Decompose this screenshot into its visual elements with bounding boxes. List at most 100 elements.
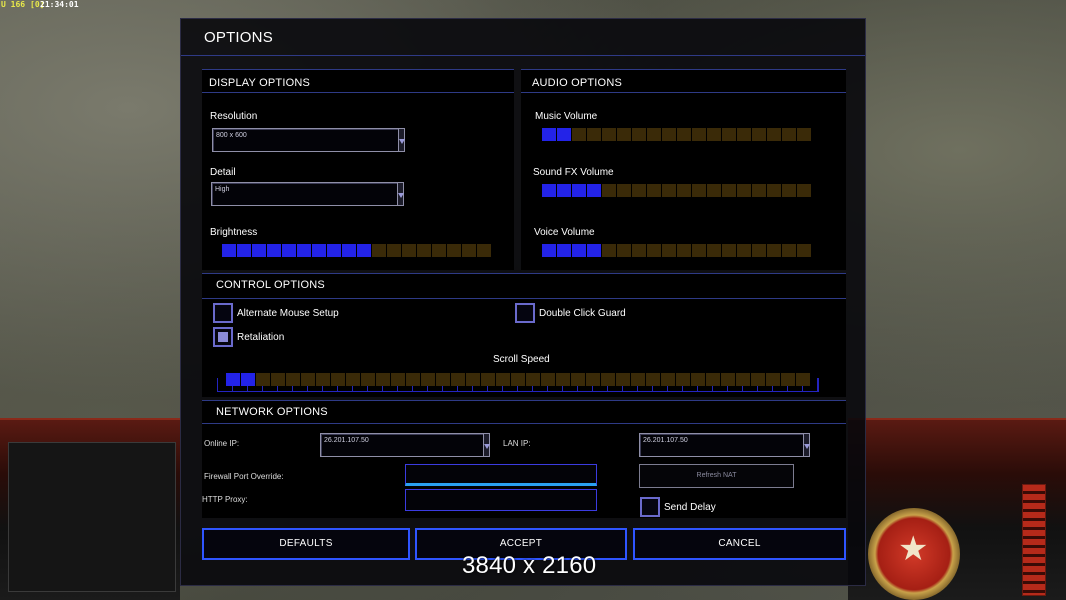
slider-segment[interactable] [271,373,285,386]
slider-segment[interactable] [327,244,341,257]
slider-segment[interactable] [542,244,556,257]
slider-segment[interactable] [781,373,795,386]
slider-segment[interactable] [267,244,281,257]
refresh-nat-button[interactable]: Refresh NAT [639,464,794,488]
slider-segment[interactable] [587,184,601,197]
slider-segment[interactable] [252,244,266,257]
slider-segment[interactable] [752,184,766,197]
slider-segment[interactable] [557,128,571,141]
slider-segment[interactable] [357,244,371,257]
slider-segment[interactable] [477,244,491,257]
slider-segment[interactable] [631,373,645,386]
send-delay-checkbox[interactable] [640,497,660,517]
slider-segment[interactable] [692,184,706,197]
slider-segment[interactable] [572,244,586,257]
slider-segment[interactable] [737,128,751,141]
slider-segment[interactable] [511,373,525,386]
slider-segment[interactable] [632,128,646,141]
slider-segment[interactable] [676,373,690,386]
chevron-down-icon[interactable] [398,129,405,151]
slider-segment[interactable] [222,244,236,257]
slider-segment[interactable] [662,244,676,257]
slider-segment[interactable] [496,373,510,386]
slider-segment[interactable] [376,373,390,386]
slider-segment[interactable] [301,373,315,386]
slider-segment[interactable] [312,244,326,257]
slider-segment[interactable] [707,128,721,141]
slider-segment[interactable] [387,244,401,257]
slider-segment[interactable] [451,373,465,386]
slider-segment[interactable] [372,244,386,257]
slider-segment[interactable] [617,244,631,257]
slider-segment[interactable] [692,244,706,257]
slider-segment[interactable] [751,373,765,386]
firewall-port-input[interactable] [405,464,597,486]
slider-segment[interactable] [256,373,270,386]
slider-segment[interactable] [722,244,736,257]
slider-segment[interactable] [297,244,311,257]
slider-segment[interactable] [692,128,706,141]
slider-segment[interactable] [346,373,360,386]
slider-segment[interactable] [782,184,796,197]
slider-segment[interactable] [572,128,586,141]
cancel-button[interactable]: CANCEL [633,528,846,560]
slider-segment[interactable] [646,373,660,386]
slider-segment[interactable] [421,373,435,386]
slider-segment[interactable] [402,244,416,257]
slider-segment[interactable] [602,128,616,141]
slider-segment[interactable] [737,184,751,197]
slider-segment[interactable] [677,128,691,141]
slider-segment[interactable] [541,373,555,386]
slider-segment[interactable] [557,244,571,257]
slider-segment[interactable] [481,373,495,386]
slider-segment[interactable] [466,373,480,386]
slider-segment[interactable] [237,244,251,257]
slider-segment[interactable] [736,373,750,386]
resolution-dropdown[interactable]: 800 x 600 [212,128,405,152]
slider-segment[interactable] [647,128,661,141]
slider-segment[interactable] [342,244,356,257]
slider-segment[interactable] [462,244,476,257]
brightness-slider[interactable] [222,244,491,257]
slider-segment[interactable] [391,373,405,386]
slider-segment[interactable] [782,244,796,257]
slider-segment[interactable] [767,128,781,141]
slider-segment[interactable] [647,244,661,257]
slider-segment[interactable] [767,244,781,257]
slider-segment[interactable] [662,128,676,141]
slider-segment[interactable] [662,184,676,197]
slider-segment[interactable] [406,373,420,386]
slider-segment[interactable] [316,373,330,386]
retaliation-checkbox[interactable] [213,327,233,347]
online-ip-dropdown[interactable]: 26.201.107.50 [320,433,490,457]
slider-segment[interactable] [587,128,601,141]
slider-segment[interactable] [647,184,661,197]
lan-ip-dropdown[interactable]: 26.201.107.50 [639,433,810,457]
slider-segment[interactable] [617,184,631,197]
slider-segment[interactable] [331,373,345,386]
double-click-guard-checkbox[interactable] [515,303,535,323]
slider-segment[interactable] [286,373,300,386]
slider-segment[interactable] [691,373,705,386]
slider-segment[interactable] [752,128,766,141]
slider-segment[interactable] [677,244,691,257]
slider-segment[interactable] [722,128,736,141]
slider-segment[interactable] [632,184,646,197]
slider-segment[interactable] [737,244,751,257]
slider-segment[interactable] [766,373,780,386]
slider-segment[interactable] [226,373,240,386]
slider-segment[interactable] [601,373,615,386]
slider-segment[interactable] [432,244,446,257]
slider-segment[interactable] [782,128,796,141]
slider-segment[interactable] [796,373,810,386]
sfx-volume-slider[interactable] [542,184,811,197]
slider-segment[interactable] [721,373,735,386]
detail-dropdown[interactable]: High [211,182,404,206]
slider-segment[interactable] [572,184,586,197]
slider-segment[interactable] [797,184,811,197]
slider-segment[interactable] [542,184,556,197]
slider-segment[interactable] [542,128,556,141]
chevron-down-icon[interactable] [483,434,490,456]
slider-segment[interactable] [602,244,616,257]
slider-segment[interactable] [797,128,811,141]
